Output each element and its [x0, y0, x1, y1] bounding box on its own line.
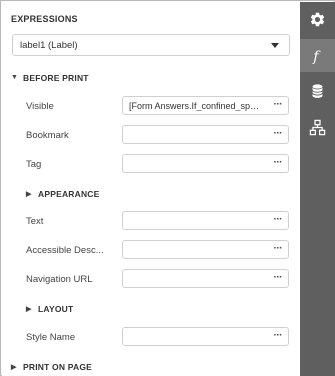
caret-right-icon: ▶	[26, 306, 32, 313]
expressions-panel: EXPRESSIONS label1 (Label) ▼ BEFORE PRIN…	[2, 2, 300, 376]
property-label-style-name: Style Name	[26, 332, 76, 343]
property-input-navigation-url[interactable]: ···	[122, 269, 289, 288]
chevron-down-icon[interactable]	[271, 43, 279, 48]
function-icon: f	[312, 49, 321, 64]
ellipsis-button[interactable]: ···	[274, 157, 283, 168]
group-appearance[interactable]: ▶ APPEARANCE	[26, 188, 146, 202]
caret-down-icon: ▼	[11, 74, 19, 81]
hierarchy-icon	[309, 119, 326, 136]
component-selector-value: label1 (Label)	[20, 40, 78, 51]
property-input-bookmark[interactable]: ···	[122, 125, 289, 144]
ellipsis-button[interactable]: ···	[274, 330, 283, 341]
caret-right-icon: ▶	[26, 191, 32, 198]
group-before-print[interactable]: ▼ BEFORE PRINT	[11, 72, 131, 86]
ellipsis-button[interactable]: ···	[274, 128, 283, 139]
caret-right-icon: ▶	[11, 364, 17, 371]
expressions-tab[interactable]: f	[300, 39, 335, 72]
property-input-accessible-description[interactable]: ···	[122, 240, 289, 259]
expressions-window: EXPRESSIONS label1 (Label) ▼ BEFORE PRIN…	[0, 0, 335, 376]
gear-icon	[310, 12, 325, 27]
property-input-tag[interactable]: ···	[122, 154, 289, 173]
property-label-bookmark: Bookmark	[26, 130, 69, 141]
panel-title: EXPRESSIONS	[11, 14, 78, 24]
property-label-visible: Visible	[26, 101, 54, 112]
property-label-tag: Tag	[26, 159, 42, 170]
property-input-style-name[interactable]: ···	[122, 327, 289, 346]
property-label-accessible-description: Accessible Desc...	[26, 245, 104, 256]
svg-text:f: f	[312, 49, 321, 64]
properties-tab[interactable]	[300, 3, 335, 36]
ellipsis-button[interactable]: ···	[274, 243, 283, 254]
property-label-text: Text	[26, 216, 44, 227]
ellipsis-button[interactable]: ···	[274, 272, 283, 283]
ellipsis-button[interactable]: ···	[274, 214, 283, 225]
property-value-visible: [Form Answers.If_confined_space_entry]	[129, 101, 261, 111]
database-icon	[312, 84, 323, 98]
property-input-text[interactable]: ···	[122, 211, 289, 230]
side-toolbar: f	[300, 2, 335, 376]
field-list-tab[interactable]	[300, 75, 335, 108]
property-input-visible[interactable]: [Form Answers.If_confined_space_entry] ·…	[122, 96, 289, 115]
ellipsis-button[interactable]: ···	[274, 99, 283, 110]
group-layout[interactable]: ▶ LAYOUT	[26, 303, 146, 317]
property-label-navigation-url: Navigation URL	[26, 274, 93, 285]
component-selector[interactable]: label1 (Label)	[12, 34, 290, 56]
group-print-on-page[interactable]: ▶ PRINT ON PAGE	[11, 361, 151, 375]
report-explorer-tab[interactable]	[300, 111, 335, 144]
